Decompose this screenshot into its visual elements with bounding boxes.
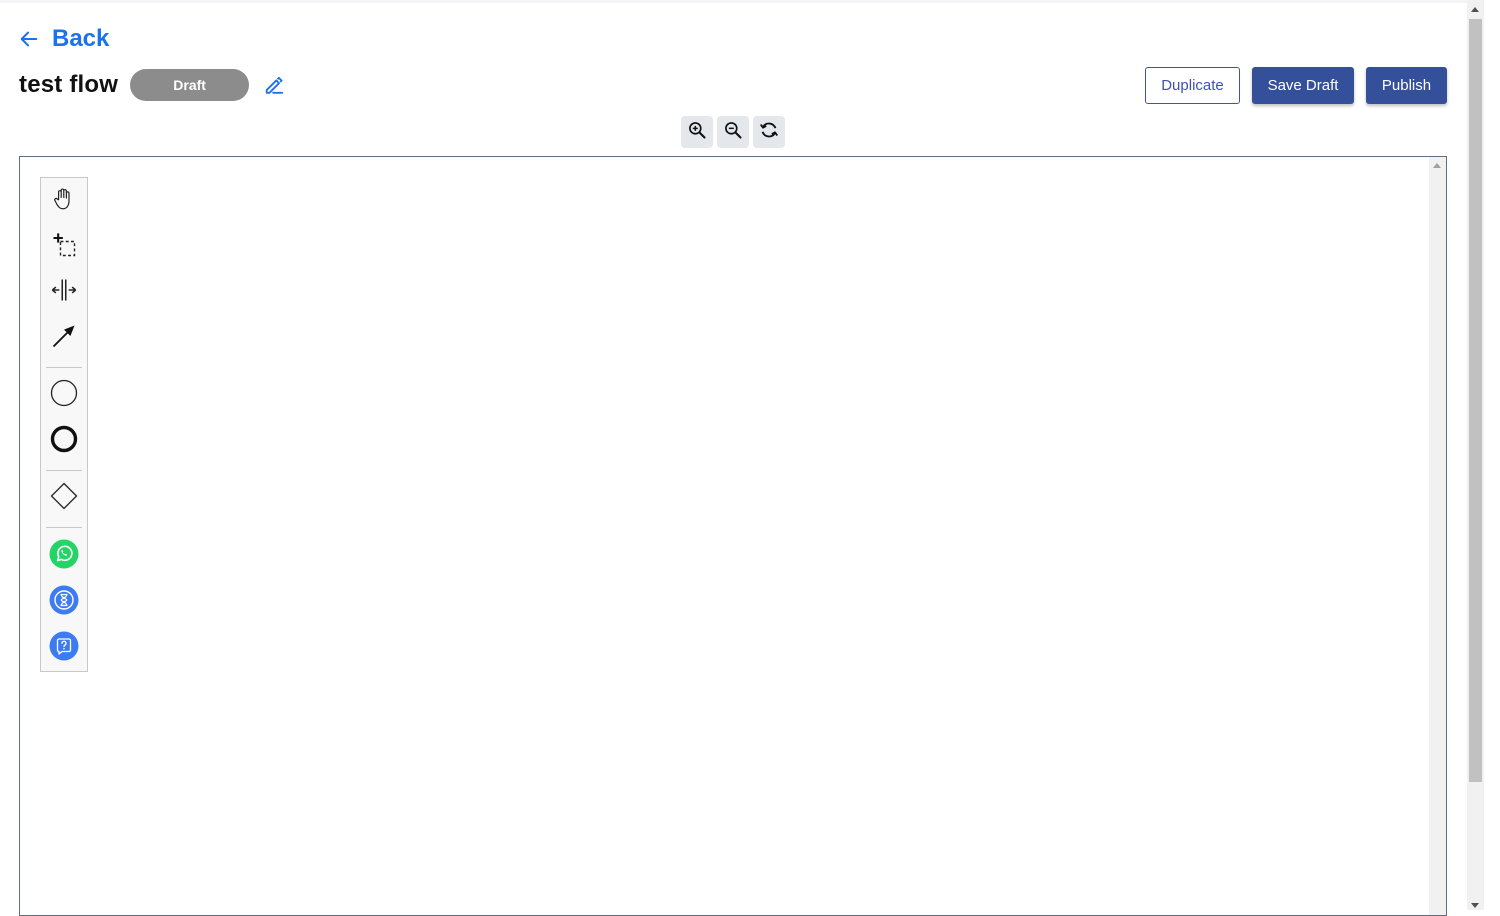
connect-tool[interactable] [45, 319, 83, 357]
flow-title: test flow [19, 71, 119, 98]
zoom-out-button[interactable] [717, 116, 749, 148]
reset-zoom-button[interactable] [753, 116, 785, 148]
lasso-tool[interactable] [45, 228, 83, 266]
palette-separator [46, 527, 82, 528]
edit-icon[interactable] [263, 74, 285, 96]
space-tool[interactable] [45, 273, 83, 311]
gateway-tool[interactable] [45, 479, 83, 517]
zoom-controls [681, 116, 785, 148]
zoom-in-icon [687, 120, 707, 145]
arrow-left-icon [18, 28, 40, 50]
zoom-out-icon [723, 120, 743, 145]
lasso-tool-icon [50, 231, 78, 264]
whatsapp-tool[interactable] [45, 537, 83, 575]
palette-separator [46, 367, 82, 368]
start-event-icon [49, 378, 79, 413]
back-label: Back [52, 25, 110, 52]
end-event-tool[interactable] [45, 422, 83, 460]
flow-header: test flow Draft [19, 68, 285, 102]
hand-tool[interactable] [45, 182, 83, 220]
save-draft-button[interactable]: Save Draft [1252, 67, 1354, 104]
question-tool[interactable] [45, 629, 83, 667]
reset-zoom-icon [758, 119, 780, 146]
end-event-icon [49, 424, 79, 459]
back-button[interactable]: Back [18, 24, 109, 54]
canvas-scrollbar[interactable] [1429, 157, 1446, 915]
connect-tool-icon [50, 322, 78, 355]
publish-button[interactable]: Publish [1366, 67, 1447, 104]
palette-separator [46, 470, 82, 471]
flow-canvas[interactable] [19, 156, 1447, 916]
duplicate-button[interactable]: Duplicate [1145, 67, 1240, 104]
space-tool-icon [50, 276, 78, 309]
zoom-in-button[interactable] [681, 116, 713, 148]
timer-icon [49, 585, 79, 620]
scroll-up-arrow-icon[interactable] [1433, 163, 1441, 168]
whatsapp-icon [49, 539, 79, 574]
scrollbar-thumb[interactable] [1469, 19, 1482, 782]
status-badge: Draft [130, 69, 250, 101]
top-strip [0, 0, 1467, 3]
hand-tool-icon [51, 186, 77, 217]
action-buttons: Duplicate Save Draft Publish [1145, 67, 1447, 104]
scroll-up-arrow-icon[interactable] [1471, 7, 1479, 12]
timer-tool[interactable] [45, 583, 83, 621]
page-scrollbar[interactable] [1467, 0, 1484, 910]
question-icon [49, 631, 79, 666]
tool-palette [40, 177, 88, 672]
start-event-tool[interactable] [45, 376, 83, 414]
gateway-icon [49, 481, 79, 516]
scroll-down-arrow-icon[interactable] [1471, 903, 1479, 908]
